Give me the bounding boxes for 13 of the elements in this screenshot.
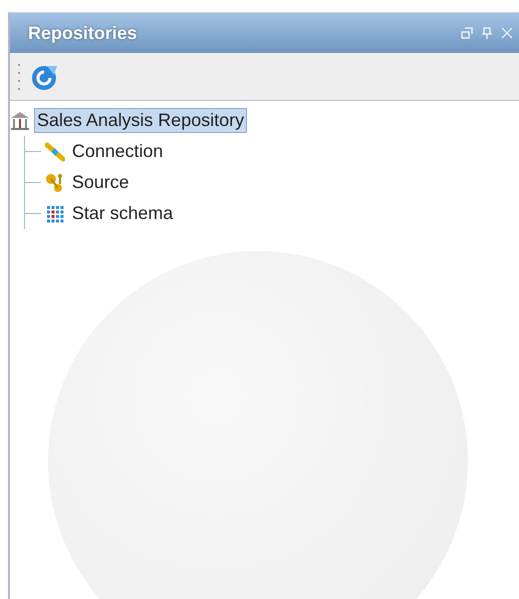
tree-item[interactable]: Sales Analysis Repository [34,108,248,133]
nodes-icon [45,172,65,192]
bank-icon [10,110,30,130]
tree-item[interactable]: Source [69,170,132,195]
panel-title: Repositories [28,22,138,45]
pin-icon[interactable] [481,27,493,39]
toolbar-grip-icon [18,64,21,90]
dot-grid-icon [45,204,65,224]
tree-item[interactable]: Star schema [69,201,176,226]
connector-icon [45,142,65,162]
tree-item[interactable]: Connection [69,139,166,164]
close-icon[interactable] [501,27,513,39]
restore-icon[interactable] [461,27,473,39]
